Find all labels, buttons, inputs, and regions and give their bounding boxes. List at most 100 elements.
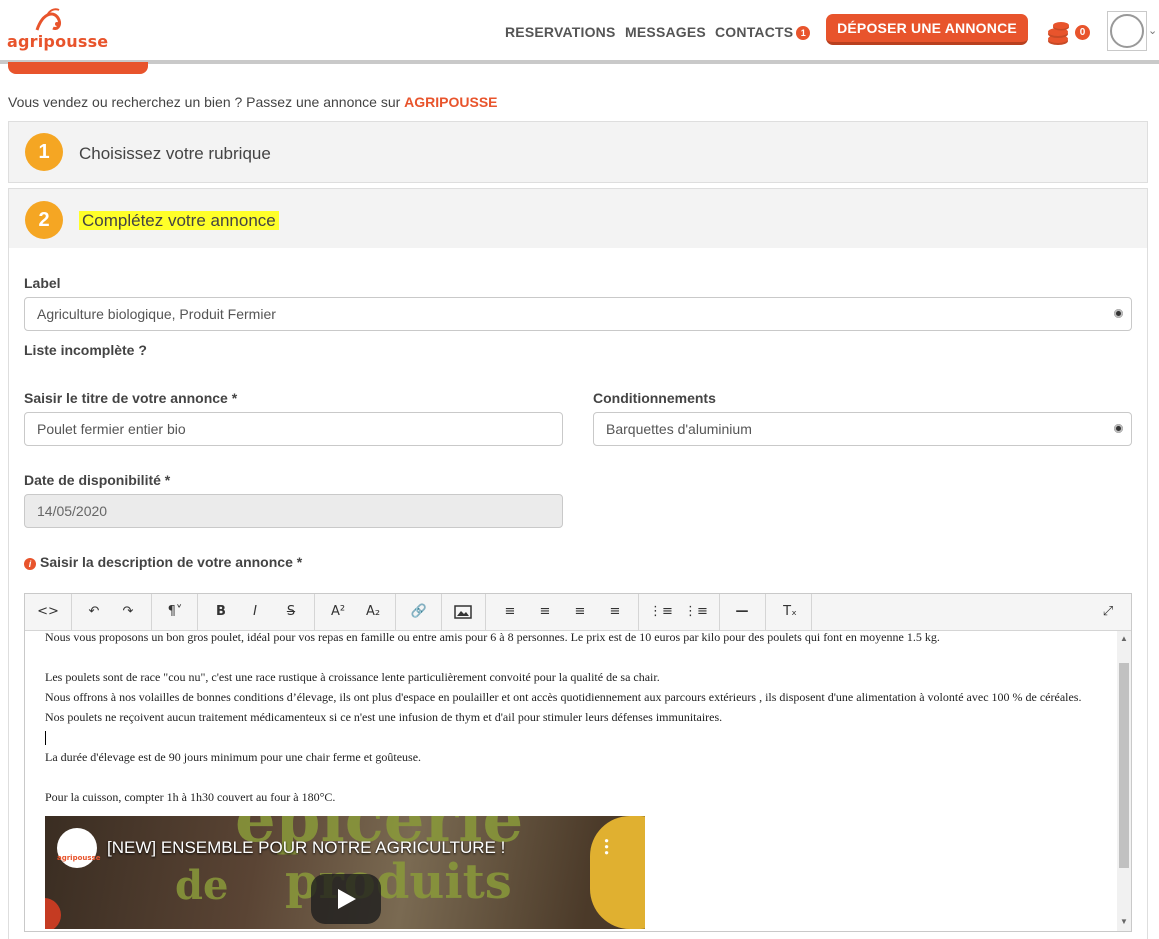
editor-toolbar: <> ↶ ↷ ¶˅ B I S A² A₂ 🔗 ≡ ≡ ≡ ≡ ⋮≡ ⋮≡ — … <box>25 594 1131 631</box>
subscript-icon[interactable]: A₂ <box>359 600 387 624</box>
align-justify-icon[interactable]: ≡ <box>601 600 629 624</box>
nav-messages[interactable]: MESSAGES <box>625 24 706 40</box>
nav-reservations[interactable]: RESERVATIONS <box>505 24 616 40</box>
italic-icon[interactable]: I <box>241 600 269 624</box>
video-thumb-text: de <box>175 862 229 909</box>
coins-icon[interactable] <box>1045 22 1071 46</box>
intro-brand: AGRIPOUSSE <box>404 94 498 110</box>
image-icon[interactable] <box>449 600 477 624</box>
contacts-count-badge: 1 <box>796 26 811 40</box>
description-paragraph: Nous vous proposons un bon gros poulet, … <box>45 631 940 644</box>
video-channel-logo-text: agripousse <box>57 854 101 862</box>
toolbar-divider <box>197 594 198 631</box>
video-thumb-text: épicerie <box>235 816 524 857</box>
align-right-icon[interactable]: ≡ <box>566 600 594 624</box>
description-paragraph: Les poulets sont de race "cou nu", c'est… <box>45 670 660 684</box>
intro-sentence: Vous vendez ou recherchez un bien ? Pass… <box>8 94 405 110</box>
step-2-title-text: Complétez votre annonce <box>79 211 279 230</box>
nav-contacts[interactable]: CONTACTS 1 <box>715 24 811 40</box>
toolbar-divider <box>485 594 486 631</box>
step-2-header[interactable]: 2 Complétez votre annonce <box>8 188 1148 249</box>
description-paragraph <box>45 767 1097 787</box>
play-icon <box>338 889 356 909</box>
title-input-value: Poulet fermier entier bio <box>37 421 186 437</box>
nav-reservations-label: RESERVATIONS <box>505 24 616 40</box>
header-tab-decoration <box>8 62 148 74</box>
packaging-field-label: Conditionnements <box>593 390 716 406</box>
text-cursor-line <box>45 727 1097 747</box>
link-icon[interactable]: 🔗 <box>405 600 433 624</box>
description-paragraph: La durée d'élevage est de 90 jours minim… <box>45 750 422 764</box>
logo-text: agripousse <box>7 32 109 51</box>
redo-icon[interactable]: ↷ <box>114 600 142 624</box>
superscript-icon[interactable]: A² <box>324 600 352 624</box>
play-button[interactable] <box>311 874 381 924</box>
editor-content[interactable]: Nous vous proposons un bon gros poulet, … <box>25 631 1117 931</box>
toolbar-divider <box>811 594 812 631</box>
logo-mark-icon <box>35 8 61 31</box>
top-navbar: agripousse RESERVATIONS MESSAGES CONTACT… <box>0 0 1159 64</box>
step-2-title: Complétez votre annonce <box>79 211 279 231</box>
description-paragraph: Pour la cuisson, compter 1h à 1h30 couve… <box>45 790 336 804</box>
title-input[interactable]: Poulet fermier entier bio <box>24 412 563 446</box>
intro-text: Vous vendez ou recherchez un bien ? Pass… <box>8 94 498 110</box>
coins-count-badge: 0 <box>1075 25 1090 40</box>
description-paragraph <box>45 647 1097 667</box>
select-indicator-icon <box>1114 424 1123 433</box>
paragraph-icon[interactable]: ¶˅ <box>161 600 189 624</box>
info-icon: i <box>24 558 36 570</box>
align-left-icon[interactable]: ≡ <box>496 600 524 624</box>
more-options-icon[interactable]: ⋅ ⋅ ⋅ <box>603 832 610 862</box>
nav-contacts-label: CONTACTS <box>715 24 794 40</box>
nav-messages-label: MESSAGES <box>625 24 706 40</box>
toolbar-divider <box>151 594 152 631</box>
step-1-number: 1 <box>25 133 63 171</box>
packaging-select-value: Barquettes d'aluminium <box>606 421 752 437</box>
agripousse-logo[interactable]: agripousse <box>7 8 108 51</box>
rich-text-editor[interactable]: <> ↶ ↷ ¶˅ B I S A² A₂ 🔗 ≡ ≡ ≡ ≡ ⋮≡ ⋮≡ — … <box>24 593 1132 932</box>
toolbar-divider <box>395 594 396 631</box>
clear-format-icon[interactable]: Tₓ <box>776 600 804 624</box>
bullet-list-icon[interactable]: ⋮≡ <box>647 600 675 624</box>
fullscreen-icon[interactable]: ⤢ <box>1094 600 1122 624</box>
embedded-video[interactable]: épicerie de produits agripousse [NEW] EN… <box>45 816 645 929</box>
scrollbar-thumb[interactable] <box>1119 663 1129 868</box>
source-icon[interactable]: <> <box>34 600 62 624</box>
editor-scrollbar[interactable]: ▲ ▼ <box>1117 631 1131 931</box>
toolbar-divider <box>441 594 442 631</box>
step-1-title: Choisissez votre rubrique <box>79 144 271 163</box>
description-paragraph: Nous offrons à nos volailles de bonnes c… <box>45 690 1082 724</box>
scroll-down-icon[interactable]: ▼ <box>1120 917 1128 926</box>
video-thumb-pepper <box>590 816 645 929</box>
align-center-icon[interactable]: ≡ <box>531 600 559 624</box>
chevron-down-icon[interactable]: ⌄ <box>1148 24 1157 37</box>
strikethrough-icon[interactable]: S <box>277 600 305 624</box>
label-select[interactable]: Agriculture biologique, Produit Fermier <box>24 297 1132 331</box>
select-indicator-icon <box>1114 309 1123 318</box>
numbered-list-icon[interactable]: ⋮≡ <box>682 600 710 624</box>
toolbar-divider <box>638 594 639 631</box>
video-thumb-tomato <box>45 898 61 929</box>
video-channel-logo[interactable]: agripousse <box>57 828 101 868</box>
avatar-placeholder-icon <box>1110 14 1144 48</box>
undo-icon[interactable]: ↶ <box>80 600 108 624</box>
toolbar-divider <box>314 594 315 631</box>
label-field-label: Label <box>24 275 61 291</box>
toolbar-divider <box>765 594 766 631</box>
bold-icon[interactable]: B <box>207 600 235 624</box>
horizontal-rule-icon[interactable]: — <box>728 600 756 624</box>
toolbar-divider <box>719 594 720 631</box>
date-input-value: 14/05/2020 <box>37 503 108 519</box>
description-field-label: i Saisir la description de votre annonce … <box>24 554 302 570</box>
scroll-up-icon[interactable]: ▲ <box>1120 634 1128 643</box>
label-select-value: Agriculture biologique, Produit Fermier <box>37 306 276 322</box>
incomplete-list-link[interactable]: Liste incomplète ? <box>24 342 147 358</box>
packaging-select[interactable]: Barquettes d'aluminium <box>593 412 1132 446</box>
toolbar-divider <box>71 594 72 631</box>
step-1-header[interactable]: 1 Choisissez votre rubrique <box>8 121 1148 183</box>
date-input[interactable]: 14/05/2020 <box>24 494 563 528</box>
video-title[interactable]: [NEW] ENSEMBLE POUR NOTRE AGRICULTURE ! <box>107 838 505 858</box>
text-cursor <box>45 731 46 746</box>
user-avatar[interactable] <box>1107 11 1147 51</box>
deposit-ad-button[interactable]: DÉPOSER UNE ANNONCE <box>826 14 1028 45</box>
